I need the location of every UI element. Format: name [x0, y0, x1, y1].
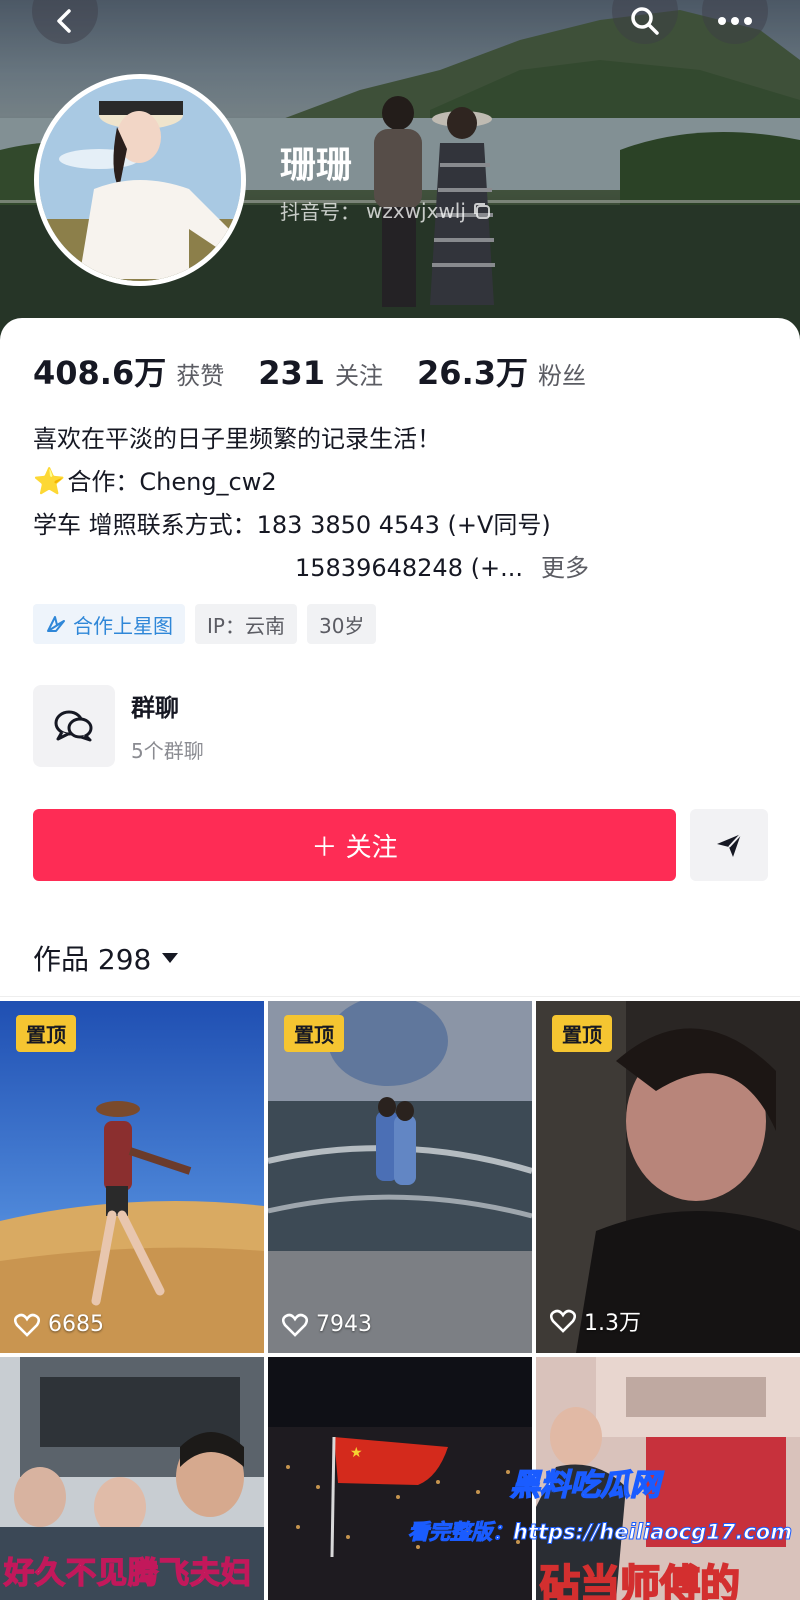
search-icon	[631, 7, 659, 35]
tag-row: 合作上星图 IP：云南 30岁	[33, 604, 377, 644]
star-icon: ⭐	[33, 467, 66, 497]
group-chat-entry[interactable]: 群聊 5个群聊	[33, 685, 204, 767]
video-thumbnail	[268, 1001, 532, 1353]
send-icon	[717, 833, 742, 857]
works-divider	[0, 996, 800, 997]
video-likes: 7943	[282, 1312, 372, 1337]
more-icon	[718, 17, 752, 25]
pinned-badge: 置顶	[284, 1015, 344, 1052]
follow-button[interactable]: ＋ 关注	[33, 809, 676, 881]
watermark-title: 黑料吃瓜网	[509, 1467, 661, 1504]
video-thumbnail: ★	[268, 1357, 532, 1600]
bio-more-link[interactable]: 更多	[541, 547, 589, 590]
stat-label: 获赞	[176, 362, 225, 390]
stat-value: 231	[258, 354, 326, 392]
stat-following[interactable]: 231 关注	[258, 354, 383, 392]
triangle-down-icon	[162, 953, 179, 963]
heart-icon	[282, 1313, 308, 1337]
likes-count: 7943	[316, 1312, 372, 1337]
copy-icon[interactable]	[472, 201, 492, 221]
tag-ip: IP：云南	[195, 604, 297, 644]
stat-followers[interactable]: 26.3万 粉丝	[417, 348, 586, 394]
watermark-url: 看完整版：https://heiliaocg17.com	[407, 1520, 793, 1545]
group-chat-text: 群聊 5个群聊	[131, 688, 204, 764]
video-thumbnail	[536, 1001, 800, 1353]
video-tile[interactable]: 好久不见腾飞夫妇	[0, 1357, 264, 1600]
likes-count: 1.3万	[584, 1311, 641, 1336]
chat-bubbles-icon	[54, 710, 93, 742]
video-caption: 砧当师傅的	[539, 1561, 741, 1600]
star-chart-icon	[47, 616, 65, 632]
group-chat-title: 群聊	[131, 694, 179, 722]
follow-label: ＋ 关注	[311, 832, 398, 863]
douyin-id-label: 抖音号：	[280, 200, 360, 224]
bio-text: 15839648248 (+...	[295, 554, 523, 582]
tag-label: 合作上星图	[73, 613, 173, 638]
video-tile[interactable]: ★	[268, 1357, 532, 1600]
svg-text:★: ★	[350, 1445, 363, 1461]
bio: 喜欢在平淡的日子里频繁的记录生活！ ⭐ 合作：Cheng_cw2 学车 增照联系…	[33, 418, 773, 590]
works-tab-label: 作品 298	[33, 943, 152, 976]
bio-line: 喜欢在平淡的日子里频繁的记录生活！	[33, 425, 441, 453]
video-caption: 好久不见腾飞夫妇	[3, 1555, 252, 1592]
video-thumbnail	[0, 1001, 264, 1353]
share-button[interactable]	[690, 809, 768, 881]
tag-star-chart[interactable]: 合作上星图	[33, 604, 185, 644]
avatar[interactable]	[34, 74, 246, 286]
stat-likes[interactable]: 408.6万 获赞	[33, 348, 224, 394]
stat-label: 粉丝	[538, 362, 586, 390]
stat-value: 26.3万	[417, 354, 528, 392]
avatar-photo	[39, 79, 241, 281]
stats-row: 408.6万 获赞 231 关注 26.3万 粉丝	[33, 348, 620, 394]
tab-works[interactable]: 作品 298	[33, 938, 179, 978]
video-tile[interactable]: 置顶 1.3万	[536, 1001, 800, 1353]
tag-age: 30岁	[306, 604, 377, 644]
bio-text: 合作：Cheng_cw2	[67, 468, 277, 496]
tag-label: IP：云南	[207, 613, 285, 638]
bio-line: 学车 增照联系方式：183 3850 4543 (+V同号)	[33, 511, 551, 539]
video-likes: 1.3万	[550, 1305, 641, 1337]
group-chat-subtitle: 5个群聊	[131, 739, 204, 763]
douyin-id-value: wzxwjxwlj	[366, 198, 466, 223]
pinned-badge: 置顶	[16, 1015, 76, 1052]
video-likes: 6685	[14, 1312, 104, 1337]
back-icon	[57, 9, 71, 33]
bio-line: 15839648248 (+... 更多	[33, 547, 773, 590]
heart-icon	[550, 1309, 576, 1333]
video-tile[interactable]: 置顶 6685	[0, 1001, 264, 1353]
pinned-badge: 置顶	[552, 1015, 612, 1052]
group-chat-icon-box	[33, 685, 115, 767]
heart-icon	[14, 1313, 40, 1337]
tag-label: 30岁	[318, 613, 365, 638]
stat-label: 关注	[335, 362, 384, 390]
bio-line: ⭐ 合作：Cheng_cw2	[33, 461, 773, 504]
likes-count: 6685	[48, 1312, 104, 1337]
nickname: 珊珊	[280, 145, 353, 186]
stat-value: 408.6万	[33, 354, 167, 392]
douyin-id-row: 抖音号： wzxwjxwlj	[280, 196, 492, 225]
video-tile[interactable]: 置顶 7943	[268, 1001, 532, 1353]
